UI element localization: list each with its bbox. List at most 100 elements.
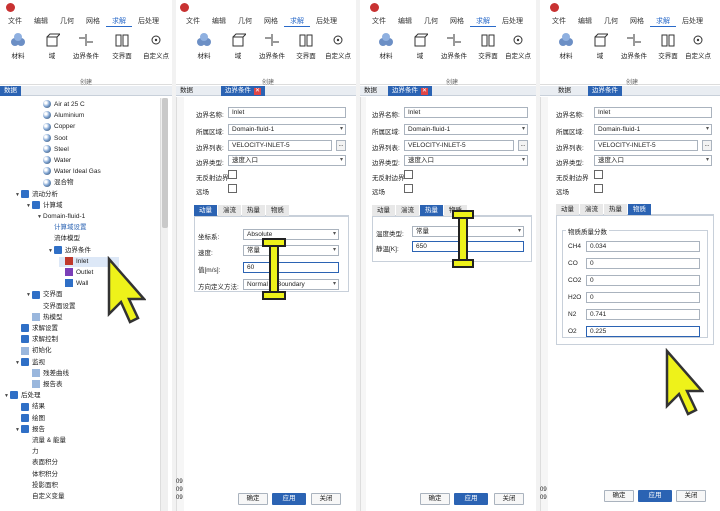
tree-item[interactable]: ▼ 后处理 bbox=[4, 391, 41, 401]
tree-item[interactable]: Aluminium bbox=[37, 111, 84, 121]
species-fraction-field[interactable]: 0 bbox=[586, 292, 700, 303]
tab-heat[interactable]: 热量 bbox=[604, 204, 627, 215]
custom-point-button[interactable]: 自定义点 bbox=[320, 33, 356, 60]
close-icon[interactable]: ✕ bbox=[421, 88, 428, 95]
menu-solve[interactable]: 求解 bbox=[470, 16, 496, 27]
species-fraction-field[interactable]: 0.225 bbox=[586, 326, 700, 337]
tree-item[interactable]: 残差曲线 bbox=[26, 369, 69, 379]
region-select[interactable]: Domain-fluid-1 bbox=[594, 124, 712, 135]
bc-type-select[interactable]: 速度入口 bbox=[594, 155, 712, 166]
tree-item[interactable]: 求解控制 bbox=[15, 335, 58, 345]
apply-button[interactable]: 应用 bbox=[272, 493, 306, 505]
domain-button[interactable]: 域 bbox=[220, 33, 256, 60]
menu-mesh[interactable]: 网格 bbox=[624, 16, 650, 26]
bc-name-field[interactable]: Inlet bbox=[228, 107, 346, 118]
species-fraction-field[interactable]: 0.741 bbox=[586, 309, 700, 320]
menu-geometry[interactable]: 几何 bbox=[418, 16, 444, 26]
bc-list-browse-button[interactable]: ... bbox=[518, 140, 528, 151]
menu-solve[interactable]: 求解 bbox=[284, 16, 310, 27]
speed-select[interactable]: 常量 bbox=[243, 245, 339, 256]
tab-momentum[interactable]: 动量 bbox=[556, 204, 579, 215]
tree-item[interactable]: 自定义变量 bbox=[26, 492, 65, 502]
material-button[interactable]: 材料 bbox=[186, 33, 222, 60]
menu-solve[interactable]: 求解 bbox=[650, 16, 676, 27]
menu-edit[interactable]: 编辑 bbox=[206, 16, 232, 26]
menu-edit[interactable]: 编辑 bbox=[392, 16, 418, 26]
tab-momentum[interactable]: 动量 bbox=[194, 205, 217, 216]
apply-button[interactable]: 应用 bbox=[454, 493, 488, 505]
menu-file[interactable]: 文件 bbox=[546, 16, 572, 26]
tree-item[interactable]: 计算域设置 bbox=[48, 223, 87, 233]
data-tab[interactable]: 数据 bbox=[360, 86, 381, 96]
tree-scrollbar[interactable] bbox=[160, 98, 168, 511]
custom-point-button[interactable]: 自定义点 bbox=[138, 33, 172, 60]
menu-post[interactable]: 后处理 bbox=[310, 16, 343, 26]
close-button[interactable]: 关闭 bbox=[676, 490, 706, 502]
tree-item[interactable]: Copper bbox=[37, 122, 75, 132]
tree-item[interactable]: 求解设置 bbox=[15, 324, 58, 334]
domain-button[interactable]: 域 bbox=[582, 33, 618, 60]
tree-item[interactable]: ▼ 监视 bbox=[15, 357, 45, 368]
species-fraction-field[interactable]: 0 bbox=[586, 275, 700, 286]
ok-button[interactable]: 确定 bbox=[238, 493, 268, 505]
tree-item[interactable]: ▼ 计算域 bbox=[26, 201, 63, 211]
boundary-condition-button[interactable]: 边界条件 bbox=[436, 33, 472, 60]
tab-turbulence[interactable]: 湍流 bbox=[218, 205, 241, 216]
tab-momentum[interactable]: 动量 bbox=[372, 205, 395, 216]
data-tab[interactable]: 数据 bbox=[176, 86, 197, 96]
bc-list-browse-button[interactable]: ... bbox=[702, 140, 712, 151]
data-tab[interactable]: 数据 bbox=[0, 86, 21, 96]
close-button[interactable]: 关闭 bbox=[311, 493, 341, 505]
ok-button[interactable]: 确定 bbox=[604, 490, 634, 502]
bc-tab[interactable]: 边界条件 ✕ bbox=[221, 86, 265, 96]
interface-button[interactable]: 交界面 bbox=[104, 33, 140, 60]
tree-item[interactable]: Water Ideal Gas bbox=[37, 167, 101, 177]
menu-geometry[interactable]: 几何 bbox=[54, 16, 80, 26]
tree-item[interactable]: ▼ 流动分析 bbox=[15, 189, 58, 200]
tree-item[interactable]: 热模型 bbox=[26, 313, 63, 323]
boundary-condition-button[interactable]: 边界条件 bbox=[616, 33, 652, 60]
nonreflect-checkbox[interactable] bbox=[404, 170, 413, 179]
region-select[interactable]: Domain-fluid-1 bbox=[228, 124, 346, 135]
boundary-condition-button[interactable]: 边界条件 bbox=[68, 33, 104, 60]
bc-type-select[interactable]: 速度入口 bbox=[228, 155, 346, 166]
tree-item[interactable]: ▼ 报告 bbox=[15, 425, 45, 435]
species-fraction-field[interactable]: 0.034 bbox=[586, 241, 700, 252]
material-button[interactable]: 材料 bbox=[0, 33, 36, 60]
bc-list-field[interactable]: VELOCITY-INLET-5 bbox=[594, 140, 698, 151]
tree-item[interactable]: Steel bbox=[37, 145, 69, 155]
direction-select[interactable]: Normal to Boundary bbox=[243, 279, 339, 290]
velocity-value-field[interactable]: 60 bbox=[243, 262, 339, 273]
bc-tab[interactable]: 边界条件 ✕ bbox=[388, 86, 432, 96]
tree-item[interactable]: 结果 bbox=[15, 402, 45, 412]
custom-point-button[interactable]: 自定义点 bbox=[500, 33, 536, 60]
menu-geometry[interactable]: 几何 bbox=[232, 16, 258, 26]
interface-button[interactable]: 交界面 bbox=[288, 33, 324, 60]
tree-item[interactable]: 流体模型 bbox=[48, 234, 80, 244]
close-icon[interactable]: ✕ bbox=[254, 88, 261, 95]
tree-item[interactable]: 报告表 bbox=[26, 380, 63, 390]
tree-item[interactable]: 初始化 bbox=[15, 346, 52, 356]
menu-post[interactable]: 后处理 bbox=[132, 16, 165, 26]
region-select[interactable]: Domain-fluid-1 bbox=[404, 124, 528, 135]
menu-file[interactable]: 文件 bbox=[2, 16, 28, 26]
data-tab[interactable]: 数据 bbox=[554, 86, 575, 96]
nonreflect-checkbox[interactable] bbox=[594, 170, 603, 179]
domain-button[interactable]: 域 bbox=[402, 33, 438, 60]
tree-item[interactable]: Water bbox=[37, 156, 71, 166]
material-button[interactable]: 材料 bbox=[548, 33, 584, 60]
tree-item[interactable]: Outlet bbox=[59, 268, 93, 278]
tree-item[interactable]: 交界面设置 bbox=[37, 302, 76, 312]
bc-tab[interactable]: 边界条件 bbox=[588, 86, 622, 96]
menu-edit[interactable]: 编辑 bbox=[572, 16, 598, 26]
tree-item[interactable]: Wall bbox=[59, 279, 88, 289]
menu-file[interactable]: 文件 bbox=[366, 16, 392, 26]
menu-mesh[interactable]: 网格 bbox=[258, 16, 284, 26]
species-fraction-field[interactable]: 0 bbox=[586, 258, 700, 269]
bc-list-field[interactable]: VELOCITY-INLET-5 bbox=[228, 140, 332, 151]
tree-item[interactable]: ▼ 交界面 bbox=[26, 290, 63, 300]
tab-turbulence[interactable]: 湍流 bbox=[580, 204, 603, 215]
tree-item[interactable]: 表面积分 bbox=[26, 458, 58, 468]
menu-mesh[interactable]: 网格 bbox=[80, 16, 106, 26]
bc-list-browse-button[interactable]: ... bbox=[336, 140, 346, 151]
